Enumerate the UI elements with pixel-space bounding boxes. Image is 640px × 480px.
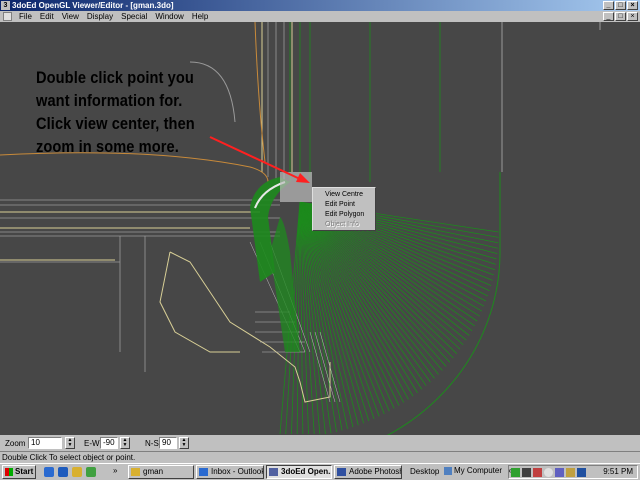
task-outlook[interactable]: Inbox - Outlook... [196, 465, 264, 479]
outlook-icon[interactable] [72, 467, 82, 477]
windows-flag-icon [5, 468, 13, 476]
menu-item-view-centre[interactable]: View Centre [313, 190, 375, 200]
menu-item-object-info: Object Info [325, 221, 359, 228]
channel-icon[interactable] [86, 467, 96, 477]
3d-viewport[interactable]: Double click point you want information … [0, 22, 640, 435]
menu-file[interactable]: File [15, 11, 36, 22]
start-button[interactable]: Start [2, 465, 36, 479]
context-menu: View Centre Edit Point Edit Polygon Obje… [312, 187, 376, 231]
menu-special[interactable]: Special [117, 11, 151, 22]
annotation-arrow [209, 136, 301, 180]
menu-item-edit-polygon[interactable]: Edit Polygon [313, 210, 375, 220]
ns-input[interactable]: 90 [159, 437, 177, 449]
annotation-text: Double click point you want information … [36, 66, 195, 158]
ew-spinner[interactable]: ▲ ▼ [120, 437, 130, 449]
ns-spinner[interactable]: ▲ ▼ [179, 437, 189, 449]
doc-restore-button[interactable]: □ [615, 12, 626, 21]
task-label: Adobe Photosh... [349, 467, 401, 476]
zoom-spinner[interactable]: ▲ ▼ [65, 437, 75, 449]
status-bar: Double Click To select object or point. [0, 451, 640, 463]
desktop-icon[interactable] [44, 467, 54, 477]
task-3doed[interactable]: 3doEd Open... [266, 465, 332, 479]
quicklaunch-more-icon[interactable]: » [113, 466, 117, 475]
menu-window[interactable]: Window [151, 11, 187, 22]
taskbar: Start » gman Inbox - Outlook... 3doEd Op… [0, 463, 640, 480]
close-button[interactable]: × [627, 1, 638, 10]
annotation-line: Double click point you [36, 68, 194, 87]
desktop-toolbar-label[interactable]: Desktop [410, 466, 439, 478]
zoom-label: Zoom [5, 439, 26, 448]
menu-view[interactable]: View [58, 11, 83, 22]
my-computer-link[interactable]: My Computer [442, 465, 506, 479]
task-label: gman [143, 467, 164, 476]
window-title-bar[interactable]: 3 3doEd OpenGL Viewer/Editor - [gman.3do… [0, 0, 640, 11]
annotation-line: Click view center, then [36, 114, 195, 133]
doc-minimize-button[interactable]: _ [603, 12, 614, 21]
annotation-line: want information for. [36, 91, 183, 110]
ns-label: N-S [145, 439, 159, 448]
doc-close-button[interactable]: × [627, 12, 638, 21]
photoshop-icon [337, 468, 346, 476]
menu-edit[interactable]: Edit [36, 11, 58, 22]
menu-bar: File Edit View Display Special Window He… [0, 11, 640, 22]
ew-label: E-W [84, 439, 100, 448]
3d-app-icon [269, 468, 278, 476]
outlook-icon [199, 468, 208, 476]
ie-icon[interactable] [58, 467, 68, 477]
window-title: 3doEd OpenGL Viewer/Editor - [gman.3do] [12, 1, 174, 10]
display-icon[interactable] [522, 468, 531, 477]
ew-input[interactable]: -90 [100, 437, 118, 449]
computer-icon [444, 467, 452, 475]
menu-help[interactable]: Help [188, 11, 212, 22]
my-computer-label: My Computer [454, 466, 503, 475]
maximize-button[interactable]: □ [615, 1, 626, 10]
folder-icon [131, 468, 140, 476]
view-controls: Zoom 10 ▲ ▼ E-W -90 ▲ ▼ N-S 90 ▲ ▼ [0, 435, 640, 451]
scheduler-icon[interactable] [566, 468, 575, 477]
status-text: Double Click To select object or point. [2, 453, 136, 462]
document-icon[interactable] [3, 12, 12, 21]
antivirus-icon[interactable] [533, 468, 542, 477]
menu-item-edit-point[interactable]: Edit Point [313, 200, 375, 210]
volume-icon[interactable] [544, 468, 553, 477]
task-photoshop[interactable]: Adobe Photosh... [334, 465, 402, 479]
word-icon[interactable] [577, 468, 586, 477]
task-label: 3doEd Open... [281, 467, 332, 476]
system-tray: 9:51 PM [508, 465, 638, 479]
minimize-button[interactable]: _ [603, 1, 614, 10]
clock[interactable]: 9:51 PM [603, 466, 633, 478]
menu-display[interactable]: Display [83, 11, 117, 22]
task-gman[interactable]: gman [128, 465, 194, 479]
messenger-icon[interactable] [555, 468, 564, 477]
3d-app-icon[interactable]: 3 [1, 1, 10, 10]
start-label: Start [15, 467, 34, 476]
zoom-input[interactable]: 10 [28, 437, 62, 449]
annotation-line: zoom in some more. [36, 137, 179, 156]
network-icon[interactable] [511, 468, 520, 477]
task-label: Inbox - Outlook... [211, 467, 263, 476]
